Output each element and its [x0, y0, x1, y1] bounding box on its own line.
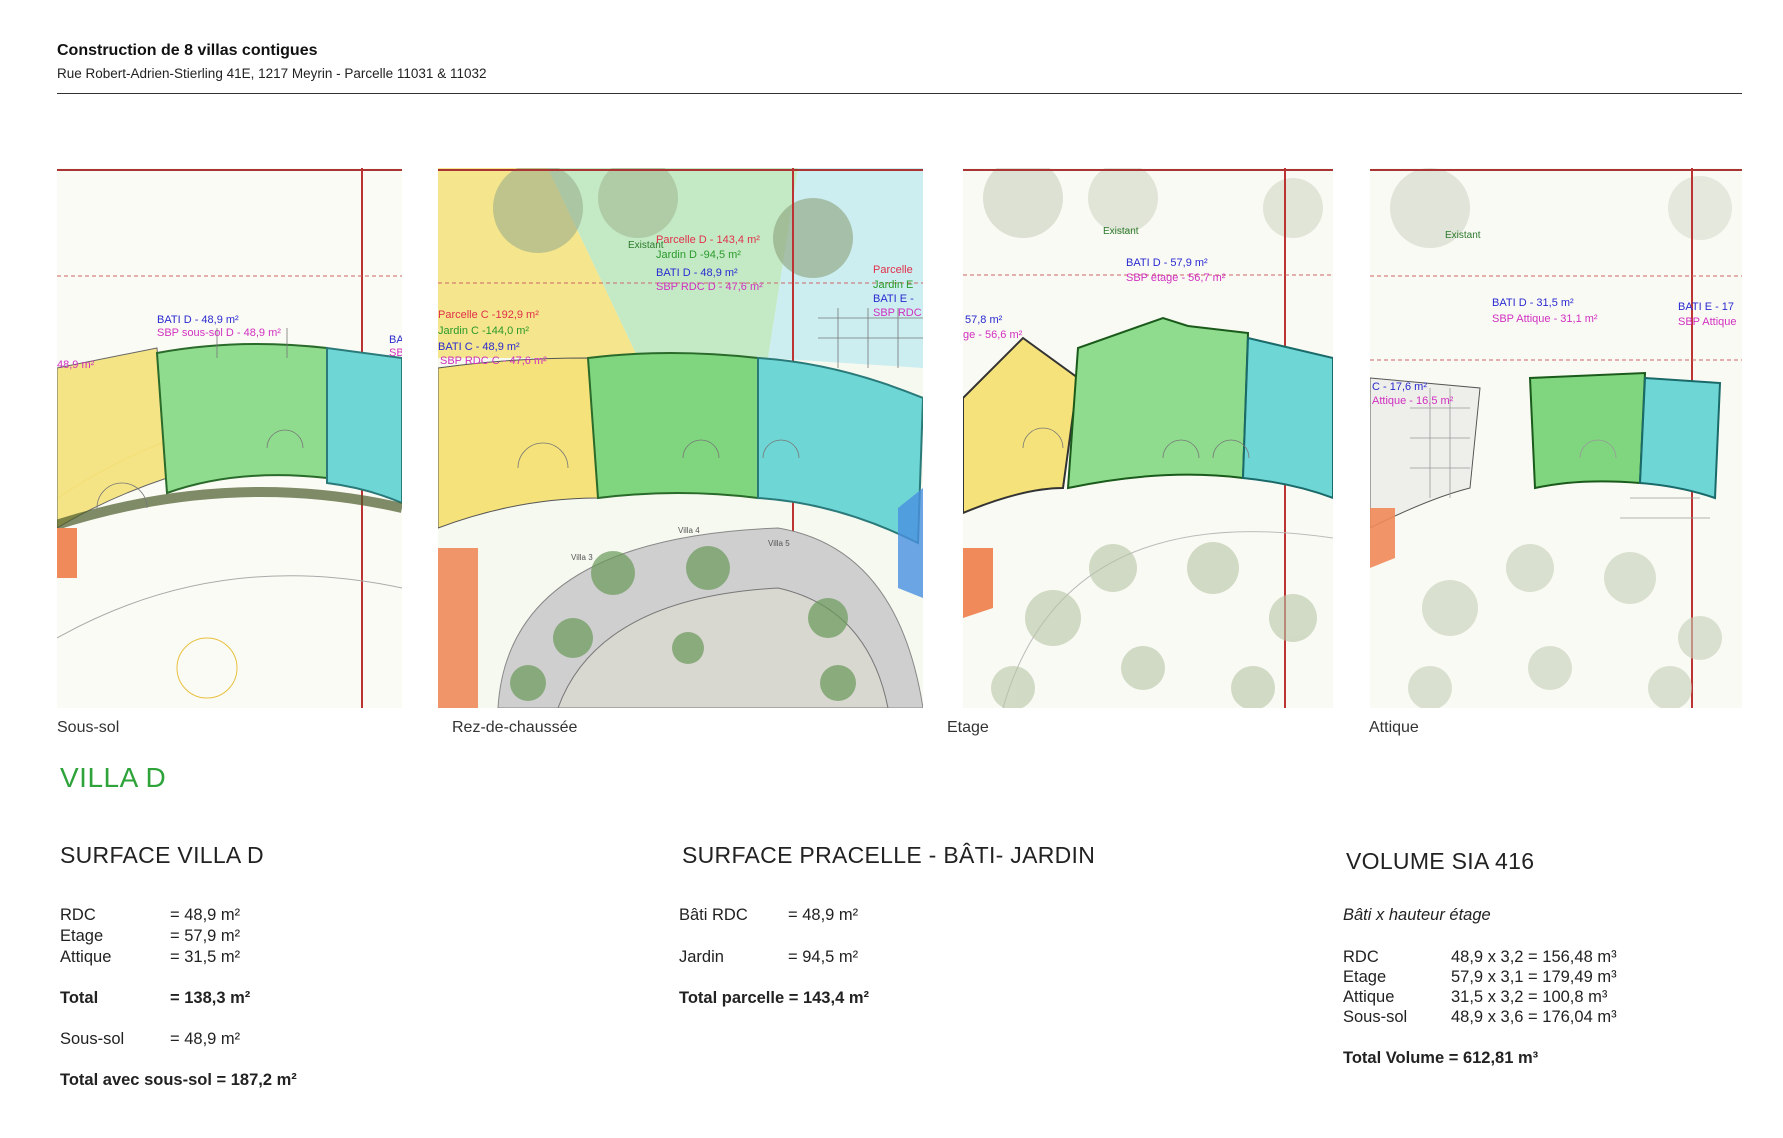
volume-row: RDC 48,9 x 3,2 = 156,48 m³ — [1343, 948, 1617, 966]
surface-row: Attique = 31,5 m² — [60, 948, 241, 966]
sous-sol-sbp-label: SBP sous-sol D - 48,9 m² — [157, 327, 281, 339]
surface-row: RDC = 48,9 m² — [60, 906, 241, 924]
rdc-villa4: Villa 4 — [678, 526, 700, 535]
plan-sous-sol: BATI D - 48,9 m² SBP sous-sol D - 48,9 m… — [57, 168, 402, 708]
volume-row: Etage 57,9 x 3,1 = 179,49 m³ — [1343, 968, 1617, 986]
rdc-villa3: Villa 3 — [571, 553, 593, 562]
caption-etage: Etage — [947, 719, 989, 736]
project-address: Rue Robert-Adrien-Stierling 41E, 1217 Me… — [57, 66, 487, 81]
document-header: Construction de 8 villas contigues Rue R… — [57, 42, 1742, 81]
parcelle-row: Bâti RDC = 48,9 m² — [679, 906, 859, 924]
rdc-jardin-c: Jardin C -144,0 m² — [438, 325, 529, 337]
attique-sbp: SBP Attique - 31,1 m² — [1492, 313, 1598, 325]
rdc-parcelle-c: Parcelle C -192,9 m² — [438, 309, 539, 321]
rdc-bati-c: BATI C - 48,9 m² — [438, 341, 520, 353]
rdc-bati-d: BATI D - 48,9 m² — [656, 267, 738, 279]
attique-bati-e: BATI E - 17 — [1678, 301, 1734, 313]
etage-existant: Existant — [1103, 226, 1139, 237]
etage-bati: BATI D - 57,9 m² — [1126, 257, 1208, 269]
project-title: Construction de 8 villas contigues — [57, 42, 318, 59]
rdc-drawing: Existant Parcelle D - 143,4 m² Jardin D … — [438, 168, 923, 708]
villa-title: VILLA D — [60, 762, 167, 793]
etage-left-sbp: ge - 56,6 m² — [963, 329, 1023, 341]
attique-left-area: C - 17,6 m² — [1372, 381, 1427, 393]
rdc-jardin-d: Jardin D -94,5 m² — [656, 249, 741, 261]
rdc-parcelle-e: Parcelle — [873, 264, 913, 276]
surface-villa-title: SURFACE VILLA D — [60, 842, 264, 868]
rdc-parcelle-d: Parcelle D - 143,4 m² — [656, 234, 760, 246]
surface-total: Total = 138,3 m² — [60, 989, 251, 1007]
caption-sous-sol: Sous-sol — [57, 719, 120, 736]
surface-sous-sol: Sous-sol = 48,9 m² — [60, 1030, 241, 1048]
attique-existant: Existant — [1445, 230, 1481, 241]
rdc-sbp-e: SBP RDC — [873, 307, 922, 319]
surface-total-sous-sol: Total avec sous-sol = 187,2 m² — [60, 1071, 297, 1089]
volume-title: VOLUME SIA 416 — [1346, 848, 1535, 874]
attique-left-sbp: Attique - 16,5 m² — [1372, 395, 1454, 407]
etage-left-area: 57,8 m² — [965, 314, 1003, 326]
volume-row: Attique 31,5 x 3,2 = 100,8 m³ — [1343, 988, 1608, 1006]
parcelle-total: Total parcelle = 143,4 m² — [679, 989, 869, 1007]
surface-row: Etage = 57,9 m² — [60, 927, 241, 945]
volume-row: Sous-sol 48,9 x 3,6 = 176,04 m³ — [1343, 1008, 1617, 1026]
etage-drawing: Existant BATI D - 57,9 m² SBP étage - 56… — [963, 168, 1333, 708]
sous-sol-sbp-e: SB — [389, 347, 402, 359]
sous-sol-bati-label: BATI D - 48,9 m² — [157, 314, 239, 326]
rdc-bati-e: BATI E - — [873, 293, 914, 305]
sous-sol-drawing: BATI D - 48,9 m² SBP sous-sol D - 48,9 m… — [57, 168, 402, 708]
surface-parcelle-title: SURFACE PRACELLE - BÂTI- JARDIN — [682, 842, 1096, 868]
volume-subtitle: Bâti x hauteur étage — [1343, 906, 1491, 924]
attique-drawing: Existant BATI D - 31,5 m² SBP Attique - … — [1370, 168, 1742, 708]
rdc-villa5: Villa 5 — [768, 539, 790, 548]
header-divider — [57, 93, 1742, 94]
rdc-sbp-d: SBP RDC D - 47,6 m² — [656, 281, 763, 293]
plan-etage: Existant BATI D - 57,9 m² SBP étage - 56… — [963, 168, 1333, 708]
volume-total: Total Volume = 612,81 m³ — [1343, 1049, 1539, 1067]
sous-sol-left-area: 48,9 m² — [57, 359, 95, 371]
rdc-jardin-e: Jardin E — [873, 279, 913, 291]
plan-rez-de-chaussee: Existant Parcelle D - 143,4 m² Jardin D … — [438, 168, 923, 708]
etage-sbp: SBP étage - 56,7 m² — [1126, 272, 1226, 284]
caption-rdc: Rez-de-chaussée — [452, 719, 578, 736]
rdc-sbp-c: SBP RDC C - 47,6 m² — [440, 355, 547, 367]
caption-attique: Attique — [1369, 719, 1419, 736]
parcelle-row: Jardin = 94,5 m² — [679, 948, 859, 966]
sous-sol-bati-e: BA — [389, 334, 402, 346]
attique-sbp-e: SBP Attique — [1678, 316, 1737, 328]
attique-bati: BATI D - 31,5 m² — [1492, 297, 1574, 309]
plan-attique: Existant BATI D - 31,5 m² SBP Attique - … — [1370, 168, 1742, 708]
